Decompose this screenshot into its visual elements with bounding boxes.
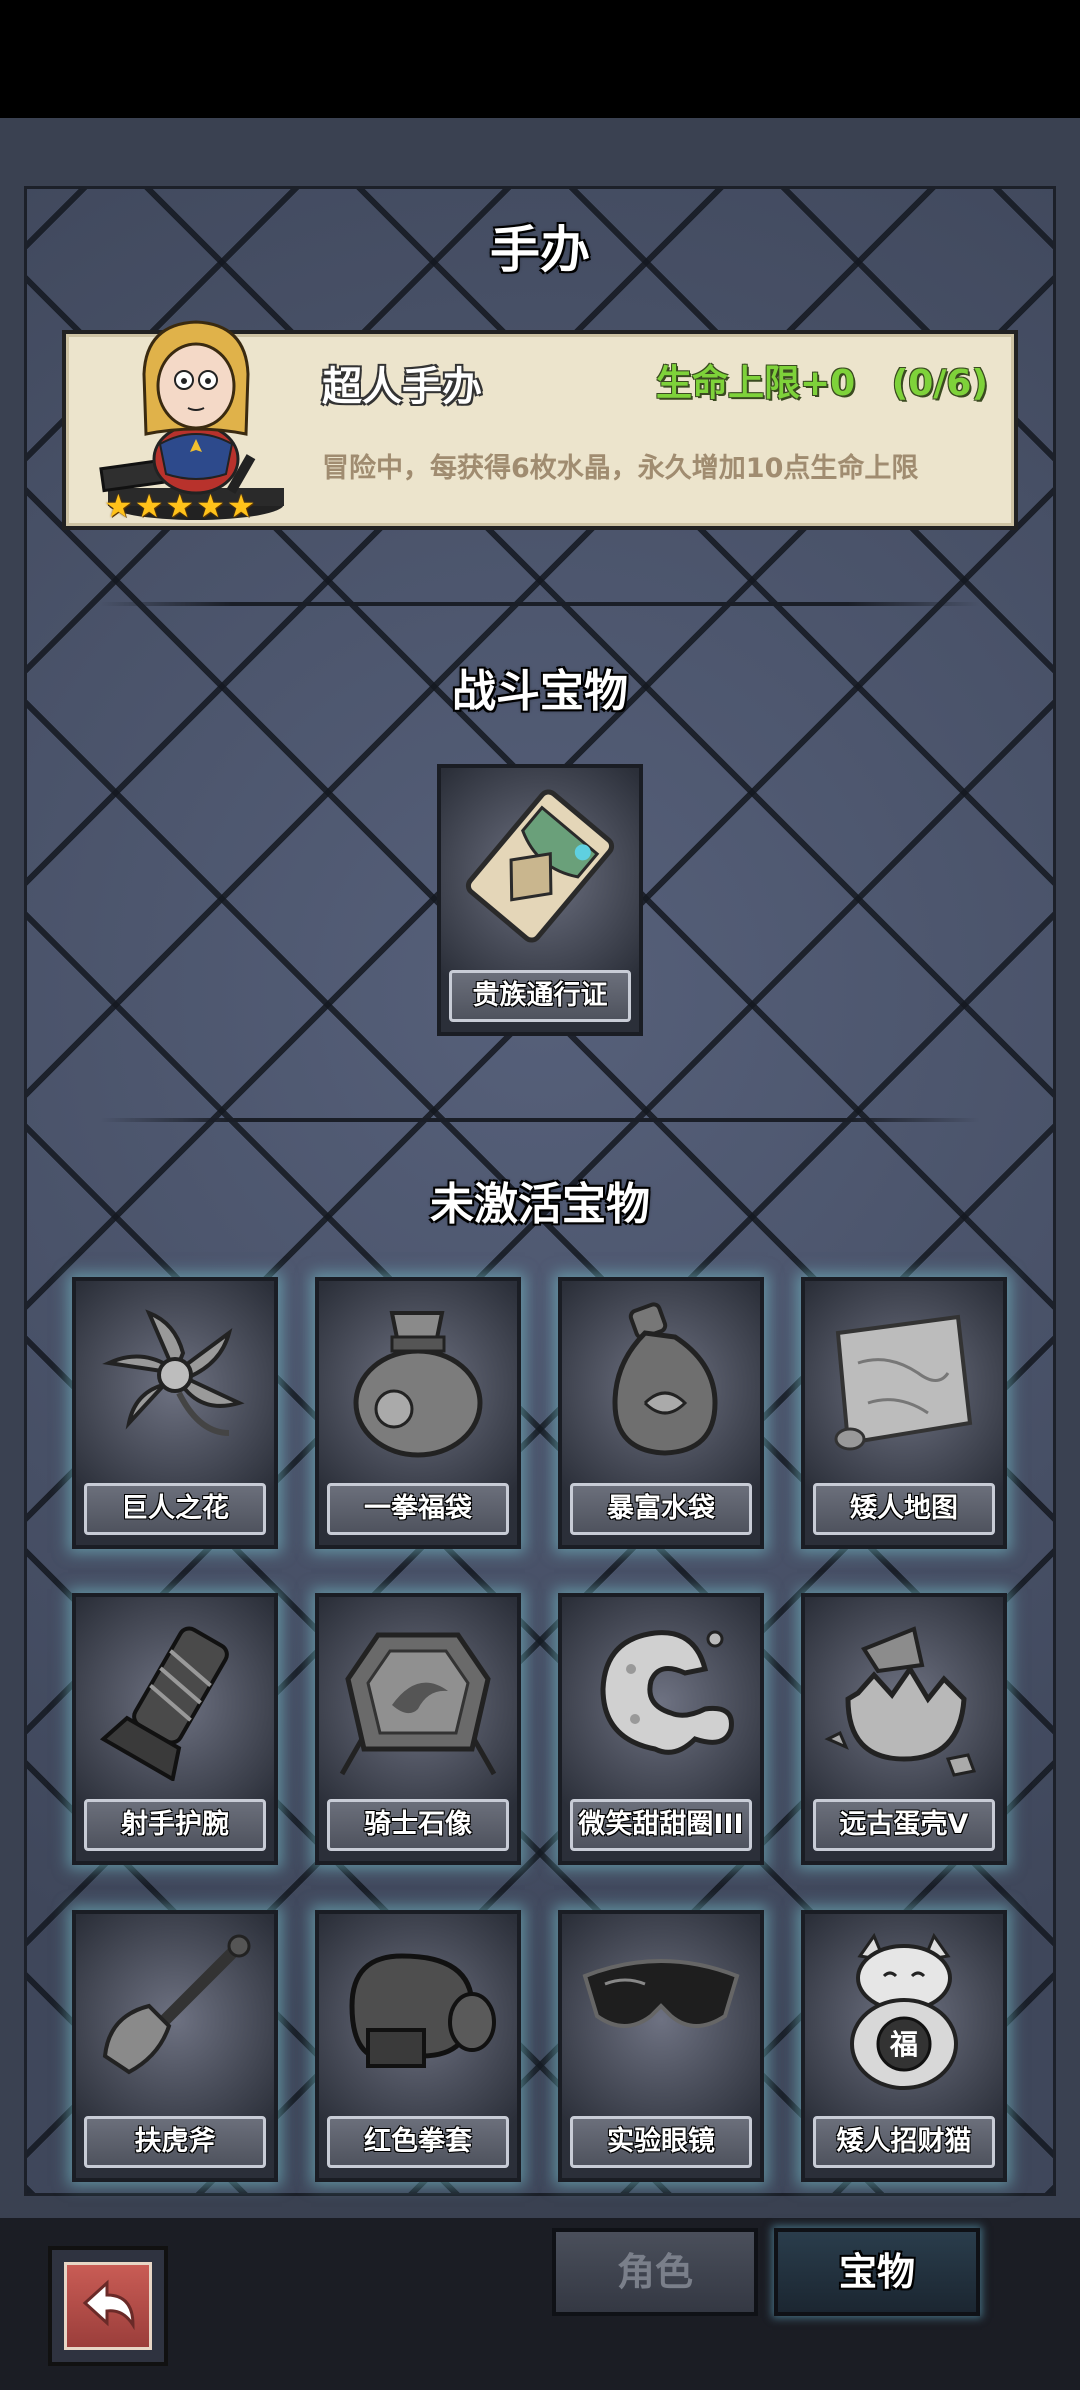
treasure-label: 红色拳套	[327, 2116, 509, 2168]
star-icon: ★	[134, 487, 164, 525]
battle-section-title: 战斗宝物	[452, 666, 628, 717]
bonus-progress: (0/6)	[891, 363, 988, 404]
tab-treasure[interactable]: 宝物	[774, 2228, 980, 2316]
treasure-card-water-pouch[interactable]: 暴富水袋	[558, 1277, 764, 1549]
treasure-card-archer-bracer[interactable]: 射手护腕	[72, 1593, 278, 1865]
figure-description: 冒险中，每获得6枚水晶，永久增加10点生命上限	[322, 453, 919, 484]
lab-goggles-icon	[582, 1959, 740, 2028]
treasure-card-smiling-donut[interactable]: 微笑甜甜圈III	[558, 1593, 764, 1865]
back-button[interactable]	[48, 2246, 168, 2366]
back-arrow-icon	[64, 2262, 152, 2350]
treasure-label: 射手护腕	[84, 1799, 266, 1851]
dwarf-map-scroll-icon	[834, 1314, 973, 1451]
star-icon: ★	[165, 487, 195, 525]
treasure-card-fist-lucky-bag[interactable]: 一拳福袋	[315, 1277, 521, 1549]
treasure-label: 暴富水袋	[570, 1483, 752, 1535]
treasure-label: 扶虎斧	[84, 2116, 266, 2168]
treasure-card-boxing-glove[interactable]: 红色拳套	[315, 1910, 521, 2182]
treasure-label: 远古蛋壳V	[813, 1799, 995, 1851]
treasure-card-lucky-cat[interactable]: 福 矮人招财猫	[801, 1910, 1007, 2182]
star-icon: ★	[104, 487, 133, 525]
figure-name: 超人手办	[322, 364, 482, 410]
treasure-card-noble-pass[interactable]: 贵族通行证	[437, 764, 643, 1036]
treasure-label: 矮人招财猫	[813, 2116, 995, 2168]
treasure-label: 贵族通行证	[449, 970, 631, 1022]
figure-bonus: 生命上限+0 (0/6)	[656, 354, 988, 406]
smiling-donut-icon	[600, 1630, 734, 1755]
star-icon: ★	[196, 487, 225, 525]
water-pouch-icon	[612, 1302, 718, 1456]
tiger-axe-icon	[102, 1934, 251, 2075]
noble-pass-card-icon	[465, 789, 615, 943]
treasure-card-dwarf-map[interactable]: 矮人地图	[801, 1277, 1007, 1549]
treasure-card-lab-goggles[interactable]: 实验眼镜	[558, 1910, 764, 2182]
figure-card[interactable]: ★ ★ ★ ★ ★ 超人手办 生命上限+0 (0/6) 冒险中，每获得6枚水晶，…	[62, 320, 1018, 530]
ancient-eggshell-icon	[824, 1626, 977, 1777]
treasure-card-knight-statue[interactable]: 骑士石像	[315, 1593, 521, 1865]
knight-stone-statue-icon	[339, 1632, 497, 1776]
lucky-cat-icon: 福	[850, 1932, 958, 2090]
inactive-section-title: 未激活宝物	[430, 1179, 650, 1230]
svg-text:福: 福	[889, 2028, 918, 2061]
treasure-card-tiger-axe[interactable]: 扶虎斧	[72, 1910, 278, 2182]
treasure-label: 巨人之花	[84, 1483, 266, 1535]
treasure-label: 骑士石像	[327, 1799, 509, 1851]
treasure-card-ancient-eggshell[interactable]: 远古蛋壳V	[801, 1593, 1007, 1865]
fist-lucky-bag-icon	[353, 1311, 483, 1458]
treasure-label: 矮人地图	[813, 1483, 995, 1535]
archer-bracer-icon	[99, 1626, 229, 1781]
section-divider	[100, 602, 980, 606]
tab-role[interactable]: 角色	[552, 2228, 758, 2316]
bonus-text: 生命上限+0	[656, 363, 856, 404]
star-icon: ★	[226, 487, 256, 525]
treasure-label: 一拳福袋	[327, 1483, 509, 1535]
page-title: 手办	[490, 221, 590, 279]
treasure-label: 微笑甜甜圈III	[570, 1799, 752, 1851]
treasure-card-giant-flower[interactable]: 巨人之花	[72, 1277, 278, 1549]
status-bar	[0, 0, 1080, 118]
star-rating: ★ ★ ★ ★ ★	[104, 490, 255, 522]
section-divider	[100, 1118, 980, 1122]
treasure-label: 实验眼镜	[570, 2116, 752, 2168]
boxing-glove-icon	[349, 1953, 496, 2068]
giant-flower-icon	[102, 1309, 245, 1436]
